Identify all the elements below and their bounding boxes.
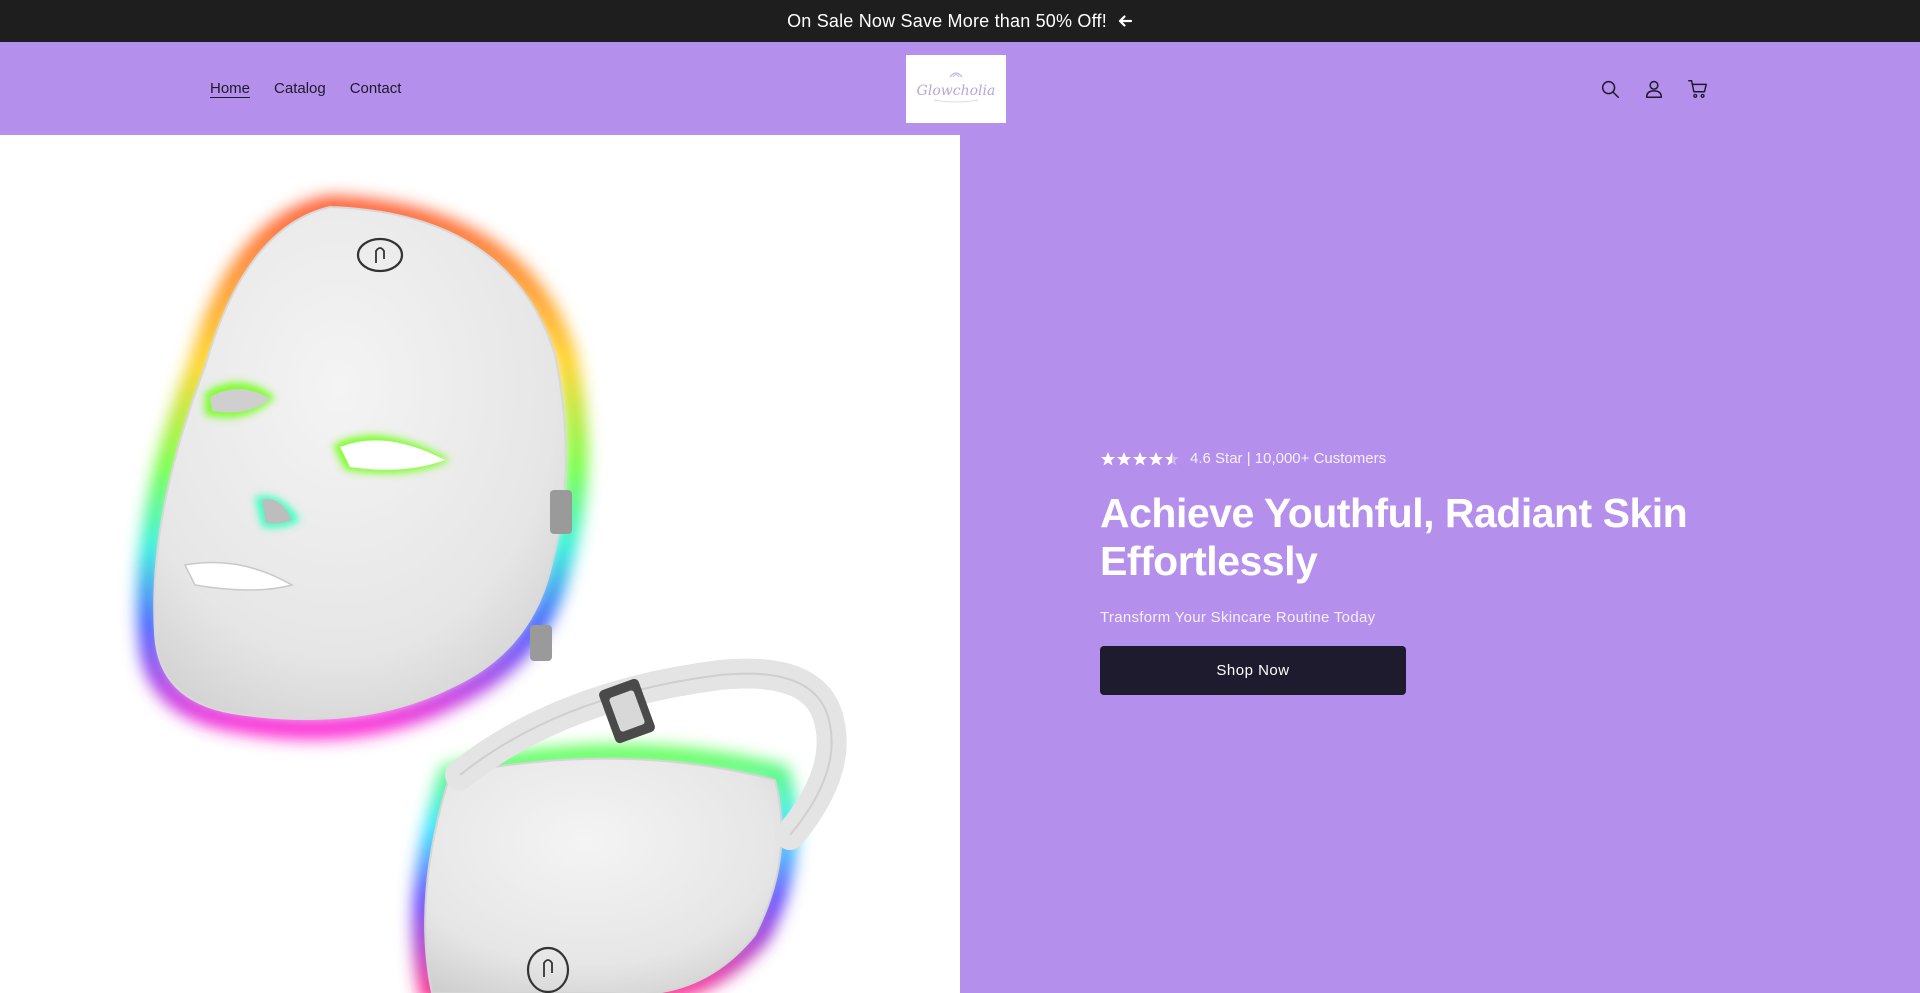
rating-row: 4.6 Star | 10,000+ Customers: [1100, 450, 1700, 467]
main-nav: Home Catalog Contact: [210, 42, 401, 135]
nav-link-home[interactable]: Home: [210, 76, 250, 101]
announcement-text: On Sale Now Save More than 50% Off!: [787, 10, 1107, 31]
nav-link-catalog[interactable]: Catalog: [274, 76, 326, 101]
svg-text:Glowcholia: Glowcholia: [917, 83, 996, 99]
hero-subheadline: Transform Your Skincare Routine Today: [1100, 609, 1376, 626]
logo-image: Glowcholia: [917, 72, 996, 103]
nav-link-contact[interactable]: Contact: [350, 76, 402, 101]
hero-content: 4.6 Star | 10,000+ Customers Achieve You…: [960, 135, 1920, 993]
site-logo[interactable]: Glowcholia: [906, 55, 1006, 123]
site-header: Home Catalog Contact Glowcholia: [0, 42, 1920, 135]
shop-now-button[interactable]: Shop Now: [1100, 646, 1406, 695]
search-icon[interactable]: [1598, 77, 1622, 101]
header-icons: [1598, 42, 1710, 135]
hero-section: 4.6 Star | 10,000+ Customers Achieve You…: [0, 135, 1920, 993]
hero-text-block: 4.6 Star | 10,000+ Customers Achieve You…: [1100, 450, 1700, 695]
led-face-mask-image: [137, 195, 847, 993]
announcement-bar[interactable]: On Sale Now Save More than 50% Off!: [0, 0, 1920, 42]
rating-text: 4.6 Star | 10,000+ Customers: [1190, 450, 1387, 467]
hero-headline: Achieve Youthful, Radiant Skin Effortles…: [1100, 490, 1688, 584]
account-icon[interactable]: [1642, 77, 1666, 101]
cart-icon[interactable]: [1686, 77, 1710, 101]
hero-product-image: [0, 135, 960, 993]
star-rating-icon: [1100, 451, 1180, 467]
arrow-left-icon: [1117, 13, 1133, 29]
